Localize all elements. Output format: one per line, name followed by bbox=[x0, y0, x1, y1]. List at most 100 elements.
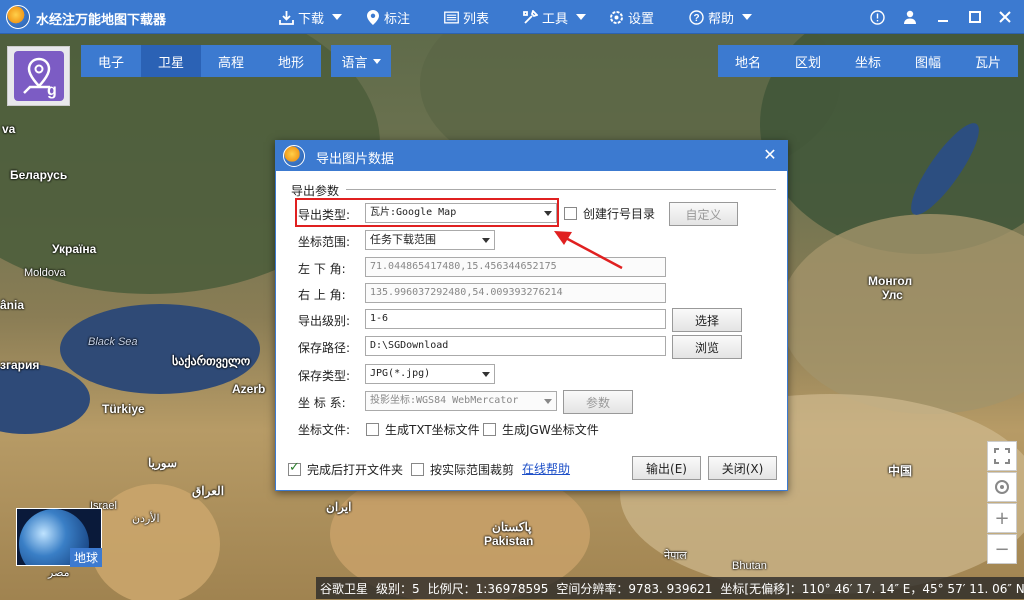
chevron-down-icon bbox=[482, 238, 490, 243]
map-label: नेपाल bbox=[664, 550, 687, 562]
zoom-in-icon[interactable]: + bbox=[987, 503, 1017, 533]
chevron-down-icon bbox=[576, 14, 587, 20]
online-help-link[interactable]: 在线帮助 bbox=[522, 460, 570, 477]
map-label: مصر bbox=[48, 567, 70, 579]
overlay-tile[interactable]: 瓦片 bbox=[958, 45, 1018, 77]
menu-list[interactable]: 列表 bbox=[444, 8, 489, 27]
annotation-arrow-icon bbox=[554, 231, 623, 270]
chevron-down-icon bbox=[742, 14, 753, 20]
map-label: العراق bbox=[192, 484, 225, 498]
export-level-field[interactable]: 1-6 bbox=[365, 309, 666, 329]
user-icon[interactable] bbox=[902, 9, 918, 25]
close-icon[interactable] bbox=[997, 9, 1013, 25]
minimize-icon[interactable] bbox=[935, 9, 951, 25]
gen-txt-checkbox[interactable]: 生成TXT坐标文件 bbox=[366, 421, 480, 438]
zoom-out-icon[interactable]: − bbox=[987, 534, 1017, 564]
fullscreen-icon[interactable] bbox=[987, 441, 1017, 471]
crs-label: 坐 标 系: bbox=[298, 396, 346, 410]
info-icon[interactable] bbox=[869, 9, 885, 25]
browse-button[interactable]: 浏览 bbox=[672, 335, 742, 359]
chevron-down-icon bbox=[372, 58, 381, 64]
coord-file-label: 坐标文件: bbox=[298, 423, 351, 437]
language-label: 语言 bbox=[341, 55, 368, 71]
maximize-icon[interactable] bbox=[967, 9, 983, 25]
checkbox-box bbox=[411, 463, 424, 476]
export-button[interactable]: 输出(E) bbox=[632, 456, 701, 480]
map-label: الأردن bbox=[132, 513, 160, 525]
map-type-toolbar: 电子 卫星 高程 地形 bbox=[81, 45, 321, 77]
crop-checkbox[interactable]: 按实际范围裁剪 bbox=[411, 461, 514, 478]
dialog-close-button[interactable]: ✕ bbox=[761, 146, 779, 164]
custom-button[interactable]: 自定义 bbox=[669, 202, 738, 226]
map-label: ânia bbox=[0, 298, 25, 312]
open-after-checkbox[interactable]: 完成后打开文件夹 bbox=[288, 460, 403, 478]
app-logo-icon bbox=[6, 5, 30, 29]
help-circle-icon: ? bbox=[689, 9, 704, 25]
params-button[interactable]: 参数 bbox=[563, 390, 633, 414]
map-type-satellite[interactable]: 卫星 bbox=[141, 45, 201, 77]
coord-range-select[interactable]: 任务下载范围 bbox=[365, 230, 495, 250]
map-type-electronic[interactable]: 电子 bbox=[81, 45, 141, 77]
status-resolution: 空间分辨率：9783. 939621 bbox=[556, 581, 713, 596]
chevron-down-icon bbox=[544, 399, 552, 404]
upper-right-label: 右 上 角: bbox=[298, 288, 346, 302]
dialog-header[interactable]: 导出图片数据 ✕ bbox=[276, 141, 787, 171]
gear-icon bbox=[609, 10, 624, 25]
menu-mark[interactable]: 标注 bbox=[365, 8, 410, 27]
export-type-select[interactable]: 瓦片:Google Map bbox=[365, 203, 557, 223]
chevron-down-icon bbox=[332, 14, 343, 20]
overlay-district[interactable]: 区划 bbox=[778, 45, 838, 77]
lower-left-label: 左 下 角: bbox=[298, 262, 346, 276]
overlay-sheet[interactable]: 图幅 bbox=[898, 45, 958, 77]
map-label: پاکستان bbox=[492, 520, 532, 534]
locate-icon[interactable] bbox=[987, 472, 1017, 502]
checkbox-box bbox=[564, 207, 577, 220]
menu-tools[interactable]: 工具 bbox=[523, 8, 587, 27]
map-label: Pakistan bbox=[484, 534, 534, 548]
language-dropdown[interactable]: 语言 bbox=[331, 45, 391, 77]
save-type-select[interactable]: JPG(*.jpg) bbox=[365, 364, 495, 384]
app-title: 水经注万能地图下载器 bbox=[36, 13, 167, 28]
group-title: 导出参数 bbox=[291, 182, 344, 199]
crs-select[interactable]: 投影坐标:WGS84 WebMercator bbox=[365, 391, 557, 411]
export-level-label: 导出级别: bbox=[298, 314, 351, 328]
map-label: Azerb bbox=[232, 382, 266, 396]
map-label: საქართველო bbox=[172, 354, 251, 368]
overlay-coordinate[interactable]: 坐标 bbox=[838, 45, 898, 77]
map-label: Монгол bbox=[868, 274, 913, 288]
create-row-dir-checkbox[interactable]: 创建行号目录 bbox=[564, 205, 655, 222]
brand-logo: g bbox=[7, 46, 70, 106]
gen-jgw-checkbox[interactable]: 生成JGW坐标文件 bbox=[483, 421, 599, 438]
menu-download[interactable]: 下载 bbox=[279, 8, 343, 27]
map-label: Улс bbox=[882, 288, 903, 302]
list-icon bbox=[444, 10, 459, 25]
menu-settings[interactable]: 设置 bbox=[609, 8, 654, 27]
checkbox-box bbox=[366, 423, 379, 436]
map-type-elevation[interactable]: 高程 bbox=[201, 45, 261, 77]
overlay-toolbar: 地名 区划 坐标 图幅 瓦片 bbox=[718, 45, 1018, 77]
globe-label[interactable]: 地球 bbox=[70, 548, 103, 567]
upper-right-field[interactable]: 135.996037292480,54.009393276214 bbox=[365, 283, 666, 303]
status-coordinate: 坐标[无偏移]：110° 46′ 17. 14″ E，45° 57′ 11. 0… bbox=[720, 581, 1024, 596]
svg-text:g: g bbox=[47, 82, 57, 99]
download-icon bbox=[279, 10, 294, 25]
overlay-placename[interactable]: 地名 bbox=[718, 45, 778, 77]
save-path-field[interactable]: D:\SGDownload bbox=[365, 336, 666, 356]
map-label: Україна bbox=[52, 242, 97, 256]
map-pin-icon bbox=[365, 9, 380, 25]
map-label: 中国 bbox=[888, 464, 913, 478]
map-type-terrain[interactable]: 地形 bbox=[261, 45, 321, 77]
export-type-label: 导出类型: bbox=[298, 208, 351, 222]
map-label: va bbox=[2, 122, 16, 136]
menu-help[interactable]: ? 帮助 bbox=[689, 8, 753, 27]
status-source: 谷歌卫星 bbox=[320, 581, 369, 596]
map-label: Bhutan bbox=[732, 560, 767, 572]
map-label: Moldova bbox=[24, 267, 66, 279]
map-label: Беларусь bbox=[10, 168, 68, 182]
app-logo-icon bbox=[283, 145, 305, 167]
close-button[interactable]: 关闭(X) bbox=[708, 456, 777, 480]
status-scale: 比例尺：1:36978595 bbox=[427, 581, 549, 596]
coord-range-label: 坐标范围: bbox=[298, 235, 351, 249]
status-level: 级别：5 bbox=[376, 581, 420, 596]
select-level-button[interactable]: 选择 bbox=[672, 308, 742, 332]
